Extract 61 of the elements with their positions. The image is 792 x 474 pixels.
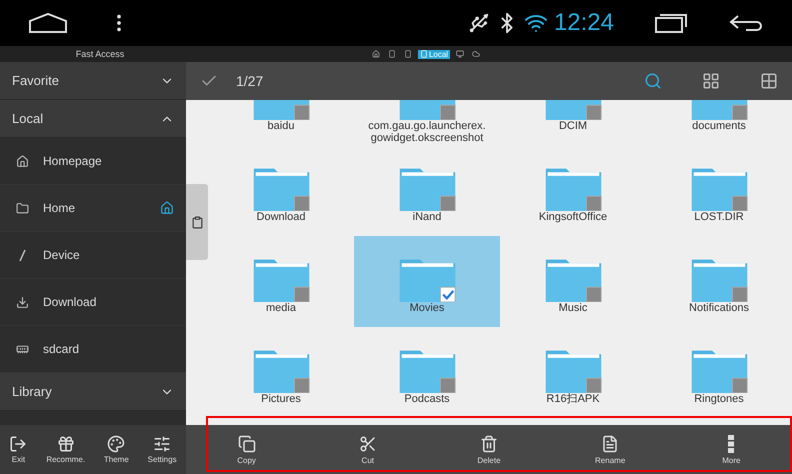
action-button[interactable]: Rename [575,434,646,464]
grid-view-icon[interactable] [702,72,720,90]
clock-time: 12:24 [554,9,614,37]
breadcrumb-item[interactable] [370,50,382,58]
folder-item[interactable]: com.gau.go.launcherex. gowidget.okscreenshot [354,100,500,145]
folder-item[interactable]: iNand [354,145,500,236]
homepage-icon [16,154,29,168]
selected-folder-item[interactable]: Movies [354,236,500,327]
tool-button[interactable]: Settings [148,435,177,464]
palette-icon [107,435,126,453]
download-icon [16,296,29,308]
phone-icon [404,50,412,58]
monitor-icon [456,50,464,58]
folder-item[interactable]: Pictures [208,327,354,418]
sliders-icon [153,435,172,453]
exit-icon [9,435,28,453]
selection-count: 1/27 [236,73,264,89]
folder-item[interactable]: media [208,236,354,327]
cloud-icon [472,50,480,58]
folder-item[interactable]: KingsoftOffice [500,145,646,236]
tool-button[interactable]: Recomme. [46,435,85,464]
trash-icon [480,434,498,452]
search-icon[interactable] [644,72,662,90]
action-button[interactable]: Delete [454,434,524,464]
clipboard-handle[interactable] [186,184,208,260]
action-button[interactable]: Copy [212,434,282,464]
folder-item[interactable]: baidu [208,100,354,145]
home-button-icon[interactable] [28,12,68,34]
folder-item[interactable]: LOST.DIR [646,145,792,236]
phone-icon [388,50,396,58]
section-title: Library [12,384,53,399]
section-header[interactable]: Local [0,100,186,138]
action-button[interactable]: Cut [332,434,403,464]
folder-item[interactable]: Music [500,236,646,327]
fast-access-label: Fast Access [74,49,126,59]
thumbnail-view-icon[interactable] [760,72,778,90]
action-button[interactable]: More [696,434,766,464]
folder-item[interactable]: Notifications [646,236,792,327]
folder-item[interactable]: Download [208,145,354,236]
folder-item[interactable]: Podcasts [354,327,500,418]
folder-item[interactable]: Ringtones [646,327,792,418]
copy-icon [238,434,256,452]
folder-item[interactable]: R16扫APK [500,327,646,418]
folder-item[interactable]: DCIM [500,100,646,145]
folder-item[interactable]: documents [646,100,792,145]
breadcrumb-item[interactable] [470,50,482,58]
section-title: Favorite [12,73,60,88]
more-icon [728,434,734,452]
document-icon [601,434,620,452]
breadcrumb-item[interactable] [454,50,466,58]
phone-icon [420,50,428,58]
section-header[interactable]: Favorite [0,62,186,100]
usb-icon [468,12,490,34]
section-header[interactable]: Library [0,373,186,411]
tool-button[interactable]: Theme [104,435,129,464]
scissors-icon [358,434,377,452]
clipboard-icon [190,216,204,228]
section-title: Local [12,111,44,126]
gift-icon [56,435,75,453]
tool-button[interactable]: Exit [9,435,28,464]
recent-apps-icon[interactable] [654,12,688,34]
